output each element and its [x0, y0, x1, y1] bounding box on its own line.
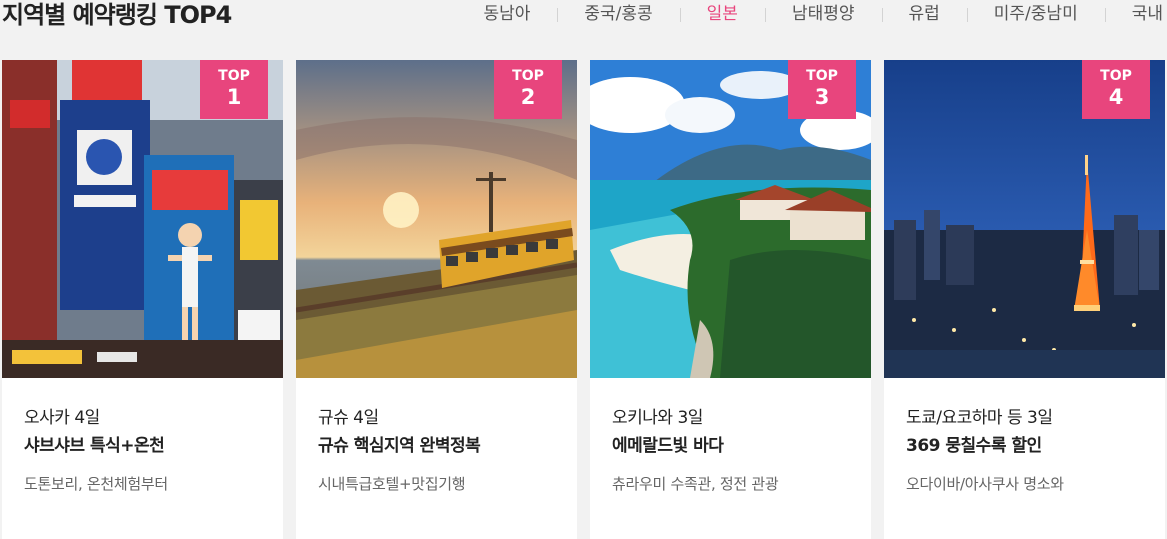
- region-tabs: 동남아 중국/홍콩 일본 남태평양 유럽 미주/중남미 국내: [456, 3, 1163, 25]
- badge-top-label: TOP: [1100, 68, 1132, 84]
- badge-rank-number: 1: [226, 85, 242, 109]
- card-info: 오키나와 3일 에메랄드빛 바다 츄라우미 수족관, 정전 관광: [612, 404, 862, 494]
- tab-southeast-asia[interactable]: 동남아: [456, 3, 557, 25]
- card-info: 도쿄/요코하마 등 3일 369 뭉칠수록 할인 오다이바/아사쿠사 명소와: [906, 404, 1156, 494]
- badge-top-label: TOP: [806, 68, 838, 84]
- ranking-cards: TOP 1 오사카 4일 샤브샤브 특식+온천 도톤보리, 온천체험부터 TOP…: [2, 60, 1167, 539]
- card-image[interactable]: TOP 3: [590, 60, 871, 378]
- card-headline: 샤브샤브 특식+온천: [24, 436, 165, 456]
- card-description: 오다이바/아사쿠사 명소와: [906, 475, 1064, 493]
- card-title: 도쿄/요코하마 등 3일: [906, 408, 1053, 428]
- rank-badge: TOP 4: [1082, 60, 1150, 119]
- page: 지역별 예약랭킹 TOP4 동남아 중국/홍콩 일본 남태평양 유럽 미주/중남…: [0, 0, 1167, 539]
- section-header: 지역별 예약랭킹 TOP4 동남아 중국/홍콩 일본 남태평양 유럽 미주/중남…: [0, 0, 1167, 40]
- tab-americas[interactable]: 미주/중남미: [966, 3, 1105, 25]
- tab-europe[interactable]: 유럽: [881, 3, 967, 25]
- badge-rank-number: 4: [1108, 85, 1124, 109]
- card-info: 오사카 4일 샤브샤브 특식+온천 도톤보리, 온천체험부터: [24, 404, 274, 494]
- card-info: 규슈 4일 규슈 핵심지역 완벽정복 시내특급호텔+맛집기행: [318, 404, 568, 494]
- card-title: 오키나와 3일: [612, 408, 703, 428]
- card-title: 규슈 4일: [318, 408, 379, 428]
- tab-domestic[interactable]: 국내: [1104, 3, 1163, 25]
- badge-top-label: TOP: [512, 68, 544, 84]
- tab-south-pacific[interactable]: 남태평양: [764, 3, 882, 25]
- badge-rank-number: 2: [520, 85, 536, 109]
- ranking-card-2[interactable]: TOP 2 규슈 4일 규슈 핵심지역 완벽정복 시내특급호텔+맛집기행: [296, 60, 577, 539]
- card-headline: 에메랄드빛 바다: [612, 436, 724, 456]
- card-description: 시내특급호텔+맛집기행: [318, 475, 466, 493]
- card-image[interactable]: TOP 2: [296, 60, 577, 378]
- card-headline: 규슈 핵심지역 완벽정복: [318, 436, 481, 456]
- ranking-card-1[interactable]: TOP 1 오사카 4일 샤브샤브 특식+온천 도톤보리, 온천체험부터: [2, 60, 283, 539]
- card-description: 츄라우미 수족관, 정전 관광: [612, 475, 779, 493]
- badge-rank-number: 3: [814, 85, 830, 109]
- tab-japan[interactable]: 일본: [679, 3, 765, 25]
- rank-badge: TOP 2: [494, 60, 562, 119]
- card-headline: 369 뭉칠수록 할인: [906, 436, 1042, 456]
- rank-badge: TOP 3: [788, 60, 856, 119]
- card-title: 오사카 4일: [24, 408, 100, 428]
- section-title: 지역별 예약랭킹 TOP4: [2, 1, 232, 29]
- card-image[interactable]: TOP 4: [884, 60, 1165, 378]
- tab-china-hongkong[interactable]: 중국/홍콩: [557, 3, 679, 25]
- badge-top-label: TOP: [218, 68, 250, 84]
- rank-badge: TOP 1: [200, 60, 268, 119]
- ranking-card-4[interactable]: TOP 4 도쿄/요코하마 등 3일 369 뭉칠수록 할인 오다이바/아사쿠사…: [884, 60, 1165, 539]
- ranking-card-3[interactable]: TOP 3 오키나와 3일 에메랄드빛 바다 츄라우미 수족관, 정전 관광: [590, 60, 871, 539]
- card-description: 도톤보리, 온천체험부터: [24, 475, 168, 493]
- card-image[interactable]: TOP 1: [2, 60, 283, 378]
